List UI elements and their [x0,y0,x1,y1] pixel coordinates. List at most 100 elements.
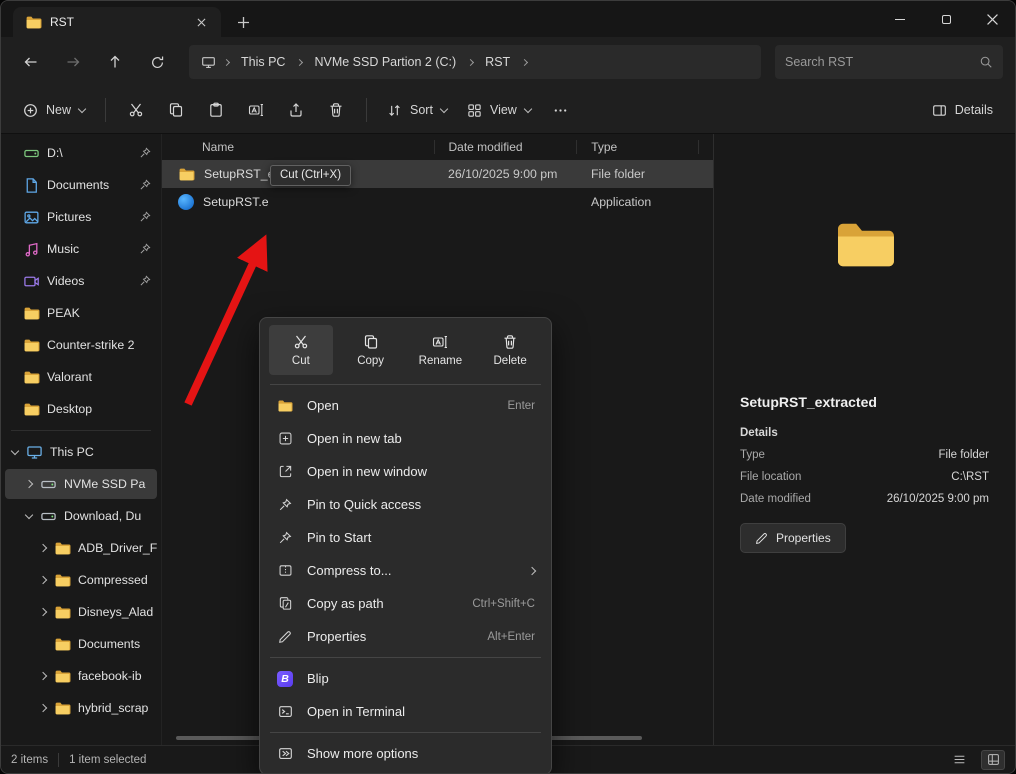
folder-icon [23,369,40,386]
chevron-down-icon [440,104,448,112]
back-button[interactable] [13,45,49,79]
details-view-toggle[interactable] [947,750,971,770]
file-type: Application [577,195,699,209]
cut-button[interactable] [118,93,154,127]
explorer-tab[interactable]: RST [13,7,221,37]
chevron-right-icon[interactable] [39,672,47,680]
new-tab-button[interactable] [231,10,255,34]
menu-separator [270,657,541,658]
context-delete-button[interactable]: Delete [478,325,542,375]
context-rename-button[interactable]: Rename [408,325,472,375]
menu-item-pin-to-quick-access[interactable]: Pin to Quick access [264,488,547,521]
more-options-button[interactable] [543,93,579,127]
sidebar-item-compressed[interactable]: Compressed [5,565,157,595]
delete-button[interactable] [318,93,354,127]
minimize-button[interactable] [877,1,923,37]
new-icon [23,103,38,118]
chevron-right-icon[interactable] [39,576,47,584]
search-icon[interactable] [979,55,993,69]
folder-icon [54,668,71,685]
rename-button[interactable] [238,93,274,127]
folder-icon [54,700,71,717]
view-icon [467,103,482,118]
folder-icon [54,604,71,621]
sidebar-item-adb-driver[interactable]: ADB_Driver_F [5,533,157,563]
sidebar-item-label: Documents [47,178,132,192]
sidebar-item-pictures[interactable]: Pictures [5,202,157,232]
menu-item-open-in-new-tab[interactable]: Open in new tab [264,422,547,455]
refresh-button[interactable] [139,45,175,79]
sidebar-item-disneys-alad[interactable]: Disneys_Alad [5,597,157,627]
sidebar-item-nvme-ssd[interactable]: NVMe SSD Pa [5,469,157,499]
status-divider [58,753,59,767]
sidebar-item-this-pc[interactable]: This PC [5,437,157,467]
videos-icon [23,273,40,290]
menu-item-show-more-options[interactable]: Show more options [264,737,547,770]
menu-item-copy-as-path[interactable]: Copy as path Ctrl+Shift+C [264,587,547,620]
chevron-right-icon[interactable] [39,544,47,552]
context-cut-button[interactable]: Cut [269,325,333,375]
breadcrumb-drive[interactable]: NVMe SSD Partion 2 (C:) [310,52,460,72]
sidebar-item-music[interactable]: Music [5,234,157,264]
chevron-down-icon[interactable] [25,510,33,518]
menu-item-open-in-new-window[interactable]: Open in new window [264,455,547,488]
cut-tooltip: Cut (Ctrl+X) [270,165,351,186]
new-button[interactable]: New [15,93,93,127]
chevron-down-icon[interactable] [11,446,19,454]
menu-item-open[interactable]: Open Enter [264,389,547,422]
sidebar-item-valorant[interactable]: Valorant [5,362,157,392]
sidebar-item-documents-folder[interactable]: Documents [5,629,157,659]
column-header-type[interactable]: Type [576,140,698,154]
maximize-button[interactable] [923,1,969,37]
quick-action-label: Rename [419,355,462,367]
folder-icon [23,305,40,322]
sort-icon [387,103,402,118]
paste-button[interactable] [198,93,234,127]
menu-item-label: Properties [307,629,474,644]
search-input[interactable] [785,55,979,69]
breadcrumb-rst[interactable]: RST [481,52,514,72]
large-icons-view-toggle[interactable] [981,750,1005,770]
sidebar-item-desktop[interactable]: Desktop [5,394,157,424]
tab-close-icon[interactable] [189,10,213,34]
show-more-options-icon [276,746,294,761]
sidebar-item-documents[interactable]: Documents [5,170,157,200]
field-label: Type [740,449,765,461]
sidebar-item-hybrid-scrap[interactable]: hybrid_scrap [5,693,157,723]
menu-item-pin-to-start[interactable]: Pin to Start [264,521,547,554]
sidebar-item-counter-strike-2[interactable]: Counter-strike 2 [5,330,157,360]
submenu-chevron-icon [528,566,536,574]
up-button[interactable] [97,45,133,79]
view-button[interactable]: View [459,93,539,127]
menu-item-open-in-terminal[interactable]: Open in Terminal [264,695,547,728]
file-row-setuprst-extracted[interactable]: SetupRST_ext 26/10/2025 9:00 pm File fol… [162,160,713,188]
column-header-size[interactable]: Si [698,140,713,154]
sidebar-item-videos[interactable]: Videos [5,266,157,296]
chevron-right-icon[interactable] [39,704,47,712]
paste-icon [208,102,224,118]
blip-icon: B [276,671,294,687]
sidebar-item-d-drive[interactable]: D:\ [5,138,157,168]
close-button[interactable] [969,1,1015,37]
context-copy-button[interactable]: Copy [339,325,403,375]
column-header-date-modified[interactable]: Date modified [434,140,577,154]
details-toggle-button[interactable]: Details [924,93,1001,127]
breadcrumb-this-pc[interactable]: This PC [237,52,289,72]
sidebar-item-facebook[interactable]: facebook-ib [5,661,157,691]
column-header-name[interactable]: Name [162,140,434,154]
sidebar-item-peak[interactable]: PEAK [5,298,157,328]
share-button[interactable] [278,93,314,127]
file-row-setuprst-exe[interactable]: SetupRST.e Application [162,188,713,216]
sort-button[interactable]: Sort [379,93,455,127]
context-menu: Cut Copy Rename Delete Open [259,317,552,774]
properties-button[interactable]: Properties [740,523,846,553]
chevron-right-icon[interactable] [25,480,33,488]
forward-button[interactable] [55,45,91,79]
copy-button[interactable] [158,93,194,127]
sidebar-item-download-drive[interactable]: Download, Du [5,501,157,531]
menu-item-label: Pin to Quick access [307,497,522,512]
menu-item-blip[interactable]: B Blip [264,662,547,695]
menu-item-compress-to[interactable]: Compress to... [264,554,547,587]
chevron-right-icon[interactable] [39,608,47,616]
menu-item-properties[interactable]: Properties Alt+Enter [264,620,547,653]
